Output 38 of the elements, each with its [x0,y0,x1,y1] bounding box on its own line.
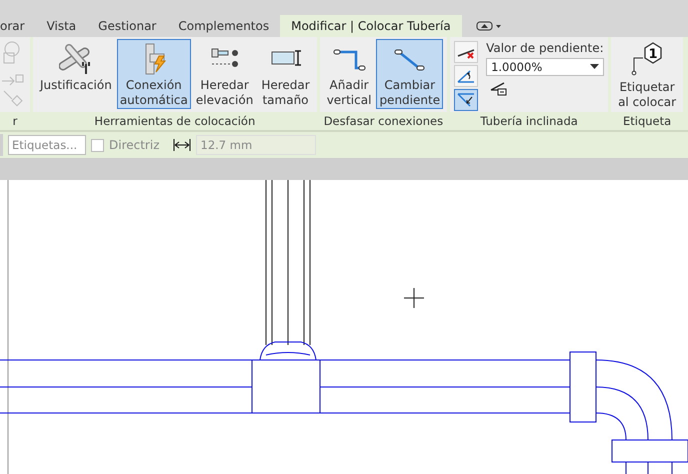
panel-label: Tubería inclinada [450,112,608,130]
pipe-elevation-icon [211,48,238,67]
ribbon-tab[interactable]: Modificar | Colocar Tubería [280,15,462,37]
pipes-wrench-icon [58,44,90,75]
length-icon [172,138,190,152]
dropdown-caret-icon [590,64,600,70]
pipe-size-icon [271,50,302,66]
panel-label: r [0,112,30,130]
vertical-offset-icon [334,50,366,70]
slope-value-dropdown[interactable]: 1.0000% [486,58,604,76]
ribbon-button[interactable]: Añadir vertical [324,39,374,109]
ribbon-button[interactable]: Heredar elevación [192,39,256,109]
pipe-lightning-icon [145,44,166,74]
grid-arrows-icon [0,39,24,109]
leader-label: Directriz [109,138,160,152]
collapse-caret-icon [476,20,502,32]
ribbon-tab[interactable]: Gestionar [87,15,168,37]
ribbon-tab[interactable]: orar [0,15,36,37]
ribbon-tab[interactable]: Complementos [167,15,280,37]
slope-down-icon [457,93,475,107]
ribbon-tab[interactable]: Vista [36,15,88,37]
sloped-pipe-icon [394,50,424,70]
ribbon-button[interactable]: Cambiar pendiente [376,39,444,109]
slope-up-icon [457,70,475,83]
panel-label: Etiqueta [611,112,684,130]
crosshair-cursor [404,288,424,308]
leader-checkbox[interactable] [91,138,104,152]
slope-option-button[interactable] [454,89,478,111]
panel-label: Herramientas de colocación [33,112,317,130]
tag-on-placement-button[interactable]: 1 Etiquetar al colocar [615,39,680,109]
no-slope-icon [458,49,474,59]
ribbon-button[interactable]: Justificación [37,39,115,109]
panel-label: Desfasar conexiones [320,112,448,130]
ribbon-button[interactable]: Heredar tamaño [258,39,313,109]
tag-number: 1 [648,47,658,62]
slope-value-label: Valor de pendiente: [486,41,604,55]
ribbon-button[interactable]: Conexión automática [116,39,191,109]
slope-option-button[interactable] [454,41,478,63]
